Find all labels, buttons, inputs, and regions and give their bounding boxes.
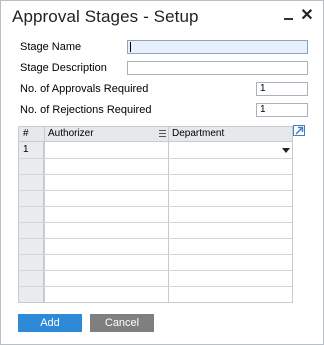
dropdown-arrow-icon[interactable] — [282, 148, 290, 153]
approvals-required-label: No. of Approvals Required — [20, 83, 149, 95]
column-header-number[interactable]: # — [19, 127, 44, 142]
table-row[interactable] — [19, 287, 292, 302]
stage-name-field[interactable] — [127, 40, 308, 54]
approval-stages-window: Approval Stages - Setup ✕ Stage Name Sta… — [0, 0, 324, 345]
minimize-icon[interactable] — [280, 7, 296, 25]
approvals-required-field[interactable]: 1 — [256, 82, 308, 96]
column-menu-icon[interactable] — [159, 130, 166, 139]
rejections-required-value: 1 — [260, 104, 266, 115]
table-row[interactable]: 1 — [19, 143, 292, 159]
stages-grid: # Authorizer Department 1 — [18, 126, 293, 303]
rejections-required-field[interactable]: 1 — [256, 103, 308, 117]
column-header-department[interactable]: Department — [168, 127, 292, 142]
text-caret — [130, 42, 131, 52]
stage-description-label: Stage Description — [20, 62, 107, 74]
window-title: Approval Stages - Setup — [12, 7, 199, 26]
table-row[interactable] — [19, 159, 292, 175]
table-row[interactable] — [19, 175, 292, 191]
close-icon[interactable]: ✕ — [299, 7, 315, 25]
rejections-required-label: No. of Rejections Required — [20, 104, 152, 116]
stage-description-field[interactable] — [127, 61, 308, 75]
table-row[interactable] — [19, 191, 292, 207]
cancel-button[interactable]: Cancel — [90, 314, 154, 332]
stage-name-label: Stage Name — [20, 41, 82, 53]
add-button[interactable]: Add — [18, 314, 82, 332]
row-number: 1 — [23, 144, 29, 155]
grid-header: # Authorizer Department — [19, 127, 292, 142]
approvals-required-value: 1 — [260, 83, 266, 94]
table-row[interactable] — [19, 271, 292, 287]
table-row[interactable] — [19, 255, 292, 271]
table-row[interactable] — [19, 239, 292, 255]
expand-link-icon[interactable] — [293, 125, 305, 136]
column-header-authorizer[interactable]: Authorizer — [44, 127, 168, 142]
table-row[interactable] — [19, 223, 292, 239]
table-row[interactable] — [19, 207, 292, 223]
